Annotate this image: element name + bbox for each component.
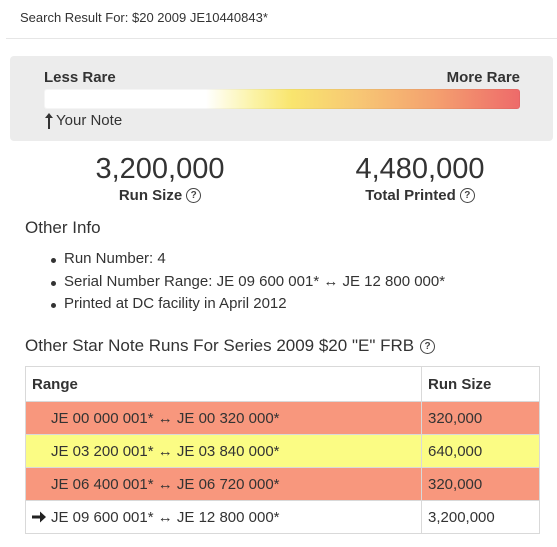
runs-section-title: Other Star Note Runs For Series 2009 $20…: [25, 336, 436, 356]
table-row[interactable]: JE 06 400 001* ↔ JE 06 720 000* 320,000: [25, 467, 540, 501]
range-header: Range: [25, 366, 422, 402]
arrow-right-icon: [32, 511, 46, 523]
rarity-gradient-bar: [44, 89, 520, 109]
range-cell: JE 06 400 001* ↔ JE 06 720 000*: [25, 467, 422, 501]
your-note-marker: Your Note: [44, 112, 122, 129]
range-cell: JE 03 200 001* ↔ JE 03 840 000*: [25, 434, 422, 468]
run-size-label: Run Size: [118, 187, 183, 204]
run-size-label-wrap: Run Size ?: [118, 187, 202, 204]
list-item: Serial Number Range: JE 09 600 001* ↔ JE…: [47, 271, 445, 294]
help-icon[interactable]: ?: [186, 188, 202, 203]
list-item: Printed at DC facility in April 2012: [47, 293, 445, 316]
search-result-label: Search Result For: $20 2009 JE10440843*: [20, 10, 268, 25]
run-size-stat: 3,200,000 Run Size ?: [70, 153, 250, 205]
range-cell: JE 09 600 001* ↔ JE 12 800 000*: [25, 500, 422, 534]
run-size-value: 3,200,000: [95, 153, 225, 185]
your-note-label: Your Note: [56, 112, 123, 129]
less-rare-label: Less Rare: [44, 69, 116, 86]
table-row-current[interactable]: JE 09 600 001* ↔ JE 12 800 000* 3,200,00…: [25, 500, 540, 534]
total-printed-stat: 4,480,000 Total Printed ?: [330, 153, 510, 205]
arrow-up-icon: [45, 112, 53, 129]
run-size-cell: 3,200,000: [421, 500, 540, 534]
run-size-header: Run Size: [421, 366, 540, 402]
search-header: Search Result For: $20 2009 JE10440843*: [6, 0, 557, 39]
total-printed-value: 4,480,000: [355, 153, 485, 185]
rarity-scale: Less Rare More Rare Your Note: [10, 56, 553, 141]
more-rare-label: More Rare: [446, 69, 520, 86]
range-cell: JE 00 000 001* ↔ JE 00 320 000*: [25, 401, 422, 435]
run-size-cell: 320,000: [421, 467, 540, 501]
list-item: Run Number: 4: [47, 248, 445, 271]
table-row[interactable]: JE 00 000 001* ↔ JE 00 320 000* 320,000: [25, 401, 540, 435]
runs-title-text: Other Star Note Runs For Series 2009 $20…: [25, 336, 415, 355]
help-icon[interactable]: ?: [459, 188, 475, 203]
run-size-cell: 320,000: [421, 401, 540, 435]
runs-table: Range Run Size JE 00 000 001* ↔ JE 00 32…: [25, 366, 540, 534]
other-info-list: Run Number: 4 Serial Number Range: JE 09…: [47, 248, 445, 316]
other-info-title: Other Info: [25, 218, 101, 237]
total-printed-label-wrap: Total Printed ?: [365, 187, 475, 204]
total-printed-label: Total Printed: [365, 187, 456, 204]
range-text: JE 09 600 001* ↔ JE 12 800 000*: [51, 508, 280, 526]
table-header-row: Range Run Size: [25, 366, 540, 402]
help-icon[interactable]: ?: [420, 338, 436, 354]
table-row[interactable]: JE 03 200 001* ↔ JE 03 840 000* 640,000: [25, 434, 540, 468]
run-size-cell: 640,000: [421, 434, 540, 468]
